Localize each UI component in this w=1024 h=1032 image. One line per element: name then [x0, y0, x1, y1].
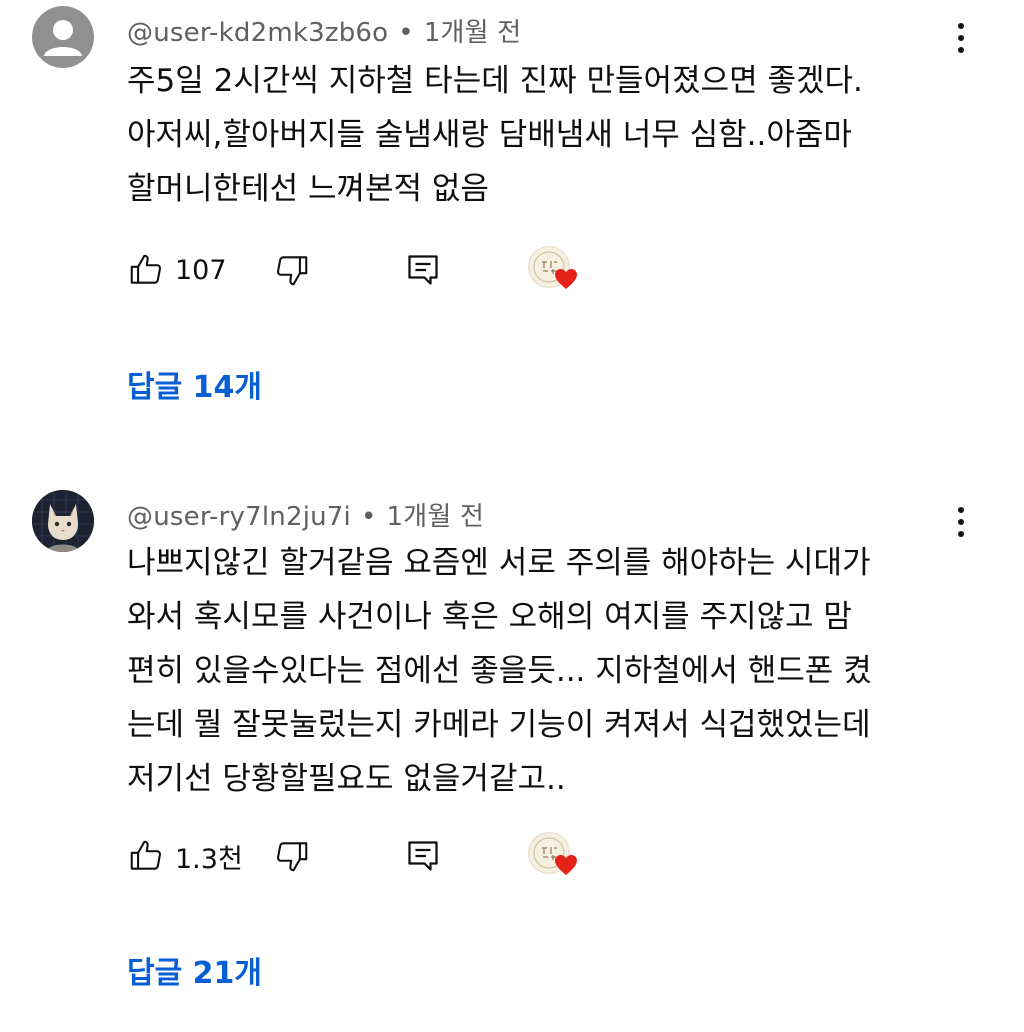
- more-vertical-icon[interactable]: [946, 18, 976, 58]
- meta-separator: •: [398, 18, 414, 48]
- creator-heart-button[interactable]: [528, 246, 580, 296]
- comment-line: 저기선 당황할필요도 없을거같고..: [127, 761, 566, 797]
- comment-line: 편히 있을수있다는 점에선 좋을듯... 지하철에서 핸드폰 켰: [127, 653, 872, 689]
- reply-button[interactable]: [405, 248, 441, 292]
- view-replies-link[interactable]: 답글 14개: [127, 362, 262, 406]
- comment-actions: 107: [127, 246, 627, 292]
- reply-comment-icon: [408, 255, 438, 285]
- author-name[interactable]: @user-ry7ln2ju7i: [127, 502, 351, 532]
- author-avatar[interactable]: [32, 490, 94, 552]
- thumbs-up-icon: [130, 840, 162, 870]
- like-button[interactable]: 107: [127, 248, 227, 292]
- comment-line: 나쁘지않긴 할거같음 요즘엔 서로 주의를 해야하는 시대가: [127, 545, 871, 581]
- author-name[interactable]: @user-kd2mk3zb6o: [127, 18, 388, 48]
- comment-line: 와서 혹시모를 사건이나 혹은 오해의 여지를 주지않고 맘: [127, 599, 852, 635]
- comment-line: 아저씨,할아버지들 술냄새랑 담배냄새 너무 심함..아줌마: [127, 117, 852, 153]
- comment-meta: @user-ry7ln2ju7i • 1개월 전: [127, 496, 484, 533]
- author-avatar[interactable]: [32, 6, 94, 68]
- cat-avatar-icon: [32, 490, 94, 552]
- meta-separator: •: [360, 502, 377, 532]
- thumbs-up-icon: [130, 254, 162, 284]
- comment-actions: 1.3천: [127, 832, 627, 878]
- comment-meta: @user-kd2mk3zb6o • 1개월 전: [127, 12, 521, 49]
- reply-comment-icon: [408, 841, 438, 871]
- comment-time[interactable]: 1개월 전: [424, 18, 522, 48]
- heart-icon: [555, 269, 577, 289]
- creator-heart-button[interactable]: [528, 832, 580, 882]
- comment-line: 주5일 2시간씩 지하철 타는데 진짜 만들어졌으면 좋겠다.: [127, 63, 863, 99]
- comment-line: 할머니한테선 느껴본적 없음: [127, 171, 489, 207]
- thumbs-down-icon: [276, 256, 308, 286]
- dislike-button[interactable]: [273, 248, 311, 292]
- comment-time[interactable]: 1개월 전: [387, 502, 485, 532]
- comment-line: 는데 뭘 잘못눌렀는지 카메라 기능이 켜져서 식겁했었는데: [127, 707, 871, 743]
- default-user-icon: [44, 20, 82, 56]
- thumbs-down-icon: [276, 842, 308, 872]
- heart-icon: [555, 855, 577, 875]
- like-button[interactable]: 1.3천: [127, 834, 243, 878]
- like-count: 107: [175, 254, 227, 286]
- comment-text: 나쁘지않긴 할거같음 요즘엔 서로 주의를 해야하는 시대가 와서 혹시모를 사…: [127, 536, 957, 806]
- dislike-button[interactable]: [273, 834, 311, 878]
- view-replies-link[interactable]: 답글 21개: [127, 948, 262, 992]
- comment-text: 주5일 2시간씩 지하철 타는데 진짜 만들어졌으면 좋겠다. 아저씨,할아버지…: [127, 54, 957, 216]
- like-count: 1.3천: [175, 843, 243, 875]
- reply-button[interactable]: [405, 834, 441, 878]
